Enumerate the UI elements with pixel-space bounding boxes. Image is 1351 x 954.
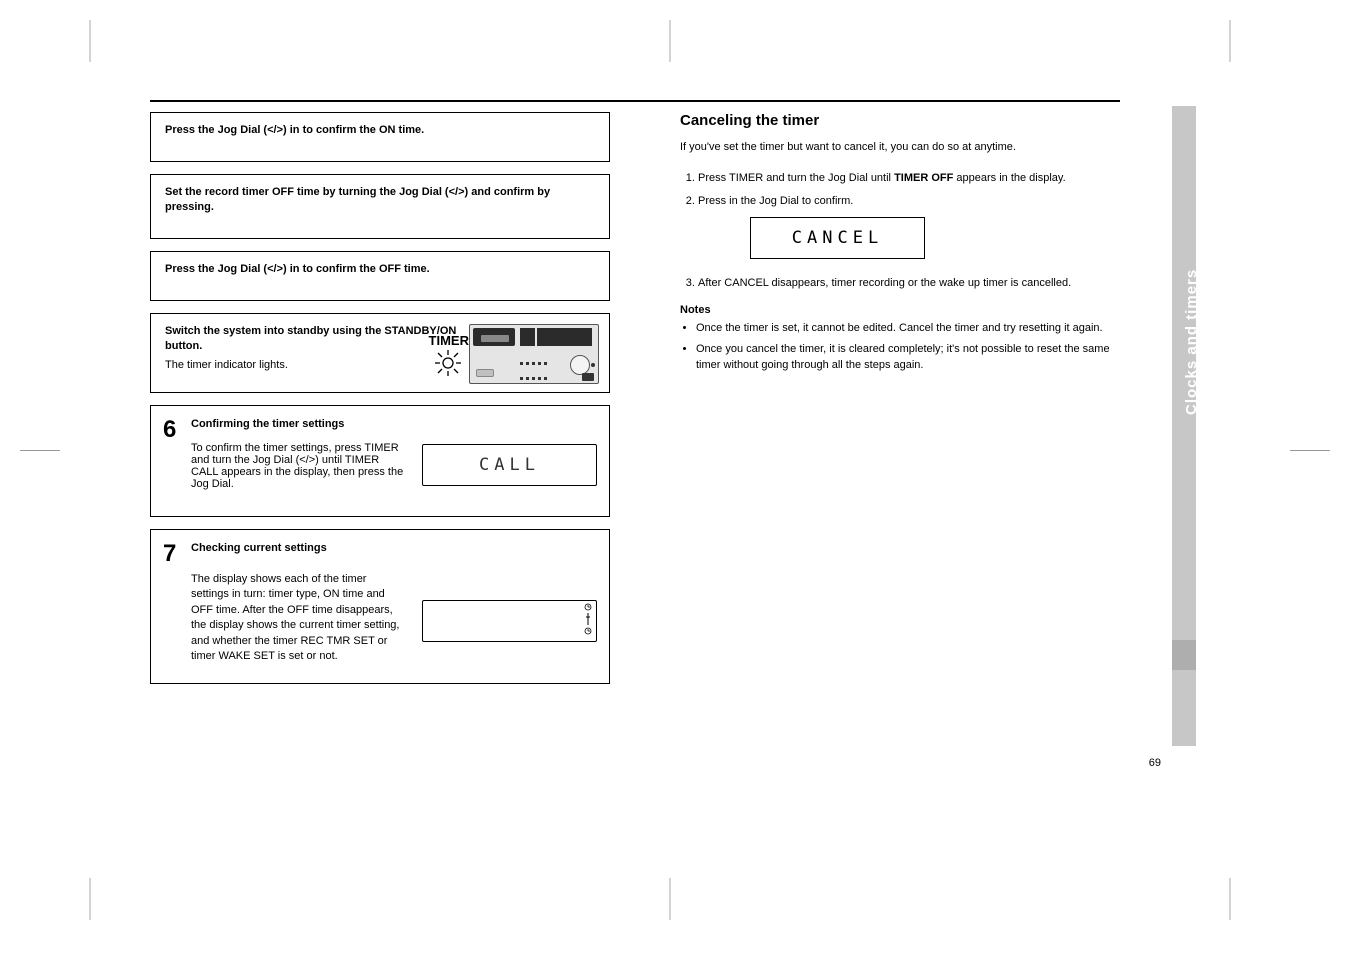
notes-heading: Notes xyxy=(680,304,1120,316)
divider xyxy=(150,100,1120,102)
lcd-display: CANCEL xyxy=(750,217,925,259)
sidebar-page-marker xyxy=(1172,640,1196,670)
notes-list: Once the timer is set, it cannot be edit… xyxy=(680,320,1120,374)
crop-mark xyxy=(80,20,100,75)
step-6-confirm-settings: 6 Confirming the timer settings To confi… xyxy=(150,405,610,517)
cancel-intro-text: If you've set the timer but want to canc… xyxy=(680,139,1120,156)
lcd-text: CANCEL xyxy=(792,228,883,248)
sub-text: The timer indicator lights. xyxy=(165,358,464,373)
crop-mark xyxy=(80,870,100,925)
crop-mark xyxy=(1220,870,1240,925)
text: Set the record timer OFF time by turning… xyxy=(165,186,449,198)
language-label: En xyxy=(1180,759,1193,770)
list-item: Once the timer is set, it cannot be edit… xyxy=(696,320,1120,337)
list-item: Press in the Jog Dial to confirm. xyxy=(698,193,1120,211)
device-illustration xyxy=(469,324,599,394)
sidebar-section-label: Clocks and timers xyxy=(1183,115,1203,415)
step-standby: Switch the system into standby using the… xyxy=(150,313,610,393)
cancel-steps-list: Press TIMER and turn the Jog Dial until … xyxy=(680,170,1120,211)
crop-mark xyxy=(640,20,700,75)
text: Switch the system into standby using the… xyxy=(165,325,456,352)
text: Press the Jog Dial ( xyxy=(165,263,267,275)
page-number: 69 xyxy=(1149,757,1161,769)
lcd-display: CALL xyxy=(422,444,597,486)
step-title: Confirming the timer settings xyxy=(191,418,344,430)
crop-mark xyxy=(20,450,60,451)
crop-mark xyxy=(1220,20,1240,75)
lcd-timer-icons xyxy=(583,603,593,639)
step-confirm-on-time: Press the Jog Dial (</>) in to confirm t… xyxy=(150,112,610,162)
timer-label: TIMER xyxy=(429,332,469,350)
lcd-display xyxy=(422,600,597,642)
angle-left-icon: < xyxy=(267,263,273,275)
crop-mark xyxy=(1290,450,1330,451)
step-set-off-time: Set the record timer OFF time by turning… xyxy=(150,174,610,239)
text: Press TIMER and turn the Jog Dial until xyxy=(698,172,894,184)
text: ) in to confirm the ON time. xyxy=(283,124,424,136)
list-item: After CANCEL disappears, timer recording… xyxy=(698,275,1120,293)
step-number: 7 xyxy=(163,540,176,568)
timer-light-icon xyxy=(435,350,461,381)
lcd-text: CALL xyxy=(479,455,540,475)
text: appears in the display. xyxy=(953,172,1065,184)
step-number: 6 xyxy=(163,416,176,444)
list-item: Press TIMER and turn the Jog Dial until … xyxy=(698,170,1120,188)
cancel-steps-list-cont: After CANCEL disappears, timer recording… xyxy=(680,275,1120,293)
crop-mark xyxy=(640,870,700,925)
text: ) in to confirm the OFF time. xyxy=(283,263,430,275)
step-7-check-settings: 7 Checking current settings The display … xyxy=(150,529,610,684)
text-bold: TIMER OFF xyxy=(894,172,953,184)
step-confirm-off-time: Press the Jog Dial (</>) in to confirm t… xyxy=(150,251,610,301)
cancel-timer-heading: Canceling the timer xyxy=(680,112,1120,129)
text: Press the Jog Dial ( xyxy=(165,124,267,136)
angle-left-icon: < xyxy=(267,124,273,136)
step-title: Checking current settings xyxy=(191,542,327,554)
list-item: Once you cancel the timer, it is cleared… xyxy=(696,341,1120,374)
